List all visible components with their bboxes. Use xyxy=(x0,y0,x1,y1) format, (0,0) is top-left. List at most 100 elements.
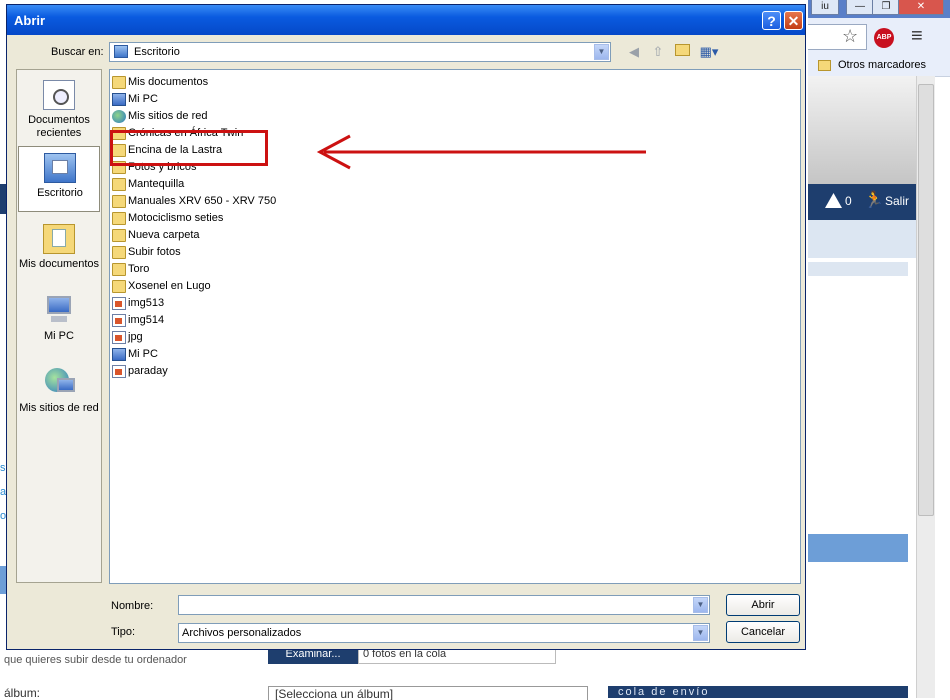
upload-hint: que quieres subir desde tu ordenador xyxy=(4,654,187,666)
desktop-icon xyxy=(44,153,76,183)
page-scrollbar-thumb[interactable] xyxy=(918,84,934,516)
file-name: Subir fotos xyxy=(128,246,181,258)
file-type-value: Archivos personalizados xyxy=(182,627,302,639)
alert-icon[interactable] xyxy=(825,193,842,208)
file-name: Mi PC xyxy=(128,93,158,105)
folder-icon xyxy=(112,229,126,242)
list-item[interactable]: Mi PC xyxy=(112,347,512,363)
file-type-select[interactable]: Archivos personalizados ▼ xyxy=(178,623,710,643)
restore-tab-button[interactable]: iu xyxy=(811,0,839,15)
list-item[interactable]: paraday xyxy=(112,364,512,380)
file-name: img513 xyxy=(128,297,165,309)
file-name-label: Nombre: xyxy=(111,600,154,612)
file-name: Xosenel en Lugo xyxy=(128,280,211,292)
computer-shortcut-icon xyxy=(112,348,126,361)
file-name: Nueva carpeta xyxy=(128,229,200,241)
dropdown-arrow-icon[interactable]: ▼ xyxy=(693,625,708,641)
recent-documents-icon xyxy=(43,80,75,110)
place-label: Mis sitios de red xyxy=(19,402,99,414)
bookmarks-folder-icon xyxy=(818,60,831,71)
folder-icon xyxy=(112,178,126,191)
folder-icon xyxy=(112,246,126,259)
list-item[interactable]: img513 xyxy=(112,296,512,312)
file-name: Toro xyxy=(128,263,150,275)
bookmark-star-icon[interactable]: ☆ xyxy=(842,26,858,47)
new-folder-icon[interactable] xyxy=(673,44,691,60)
address-bar[interactable]: ☆ xyxy=(808,24,867,50)
dialog-titlebar[interactable]: Abrir ? ✕ xyxy=(7,5,805,35)
list-item[interactable]: Manuales XRV 650 - XRV 750 xyxy=(112,194,512,210)
list-item[interactable]: Motociclismo seties xyxy=(112,211,512,227)
minimize-button[interactable]: — xyxy=(846,0,874,15)
image-file-icon xyxy=(112,365,126,378)
my-computer-icon xyxy=(43,296,75,326)
close-icon: ✕ xyxy=(916,1,926,12)
list-item[interactable]: Subir fotos xyxy=(112,245,512,261)
open-file-dialog: Abrir ? ✕ Buscar en: Escritorio ▼ ◀ ⇧ ▦▾… xyxy=(6,4,806,650)
annotation-highlight-box xyxy=(110,130,268,166)
adblock-label: ABP xyxy=(876,34,892,41)
place-my-computer[interactable]: Mi PC xyxy=(18,290,100,356)
maximize-button[interactable]: ❐ xyxy=(872,0,900,15)
dropdown-arrow-icon[interactable]: ▼ xyxy=(693,597,708,613)
list-item[interactable]: Mis sitios de red xyxy=(112,109,512,125)
dropdown-arrow-icon[interactable]: ▼ xyxy=(594,44,609,60)
browser-titlebar: iu — ❐ ✕ xyxy=(808,0,950,18)
back-icon[interactable]: ◀ xyxy=(625,44,643,60)
list-item[interactable]: Mantequilla xyxy=(112,177,512,193)
place-label: Escritorio xyxy=(37,187,83,199)
logout-link[interactable]: Salir xyxy=(885,194,909,208)
up-folder-icon[interactable]: ⇧ xyxy=(649,44,667,60)
file-name-input[interactable]: ▼ xyxy=(178,595,710,615)
list-item[interactable]: jpg xyxy=(112,330,512,346)
view-menu-icon[interactable]: ▦▾ xyxy=(697,44,721,60)
image-file-icon xyxy=(112,331,126,344)
running-person-icon: 🏃 xyxy=(864,192,884,209)
menu-icon[interactable]: ≡ xyxy=(911,25,923,48)
other-bookmarks-label[interactable]: Otros marcadores xyxy=(838,59,926,71)
minimize-icon: — xyxy=(855,1,865,12)
desktop-icon xyxy=(114,45,128,58)
place-recent-documents[interactable]: Documentos recientes xyxy=(18,74,100,140)
open-button[interactable]: Abrir xyxy=(726,594,800,616)
close-icon: ✕ xyxy=(787,13,800,29)
look-in-value: Escritorio xyxy=(134,46,180,58)
folder-icon xyxy=(112,195,126,208)
look-in-select[interactable]: Escritorio ▼ xyxy=(109,42,611,62)
upload-form-area: que quieres subir desde tu ordenador Exa… xyxy=(0,644,916,700)
file-name: Mi PC xyxy=(128,348,158,360)
file-name: Mis sitios de red xyxy=(128,110,208,122)
help-icon: ? xyxy=(767,13,776,29)
help-button[interactable]: ? xyxy=(762,11,781,30)
list-item[interactable]: Mis documentos xyxy=(112,75,512,91)
network-places-icon xyxy=(43,368,75,398)
place-desktop[interactable]: Escritorio xyxy=(18,146,100,212)
file-name: Manuales XRV 650 - XRV 750 xyxy=(128,195,277,207)
list-item[interactable]: Nueva carpeta xyxy=(112,228,512,244)
look-in-label: Buscar en: xyxy=(51,46,104,58)
page-blue-band xyxy=(808,534,908,562)
place-network[interactable]: Mis sitios de red xyxy=(18,362,100,428)
image-file-icon xyxy=(112,314,126,327)
list-item[interactable]: img514 xyxy=(112,313,512,329)
places-bar: Documentos recientes Escritorio Mis docu… xyxy=(16,69,102,583)
documents-folder-icon xyxy=(112,76,126,89)
annotation-arrow xyxy=(316,134,646,170)
close-button[interactable]: ✕ xyxy=(784,11,803,30)
folder-icon xyxy=(112,263,126,276)
page-subheader xyxy=(808,220,916,258)
browser-close-button[interactable]: ✕ xyxy=(898,0,944,15)
file-name: Mis documentos xyxy=(128,76,209,88)
adblock-icon[interactable]: ABP xyxy=(874,28,894,48)
place-my-documents[interactable]: Mis documentos xyxy=(18,218,100,284)
cancel-button[interactable]: Cancelar xyxy=(726,621,800,643)
list-item[interactable]: Toro xyxy=(112,262,512,278)
page-navbar: 0 🏃 Salir xyxy=(808,184,916,220)
file-name: Mantequilla xyxy=(128,178,185,190)
place-label: Documentos recientes xyxy=(28,114,90,139)
list-item[interactable]: Mi PC xyxy=(112,92,512,108)
dialog-title: Abrir xyxy=(14,13,46,28)
place-label: Mi PC xyxy=(44,330,74,342)
file-type-label: Tipo: xyxy=(111,626,136,638)
list-item[interactable]: Xosenel en Lugo xyxy=(112,279,512,295)
